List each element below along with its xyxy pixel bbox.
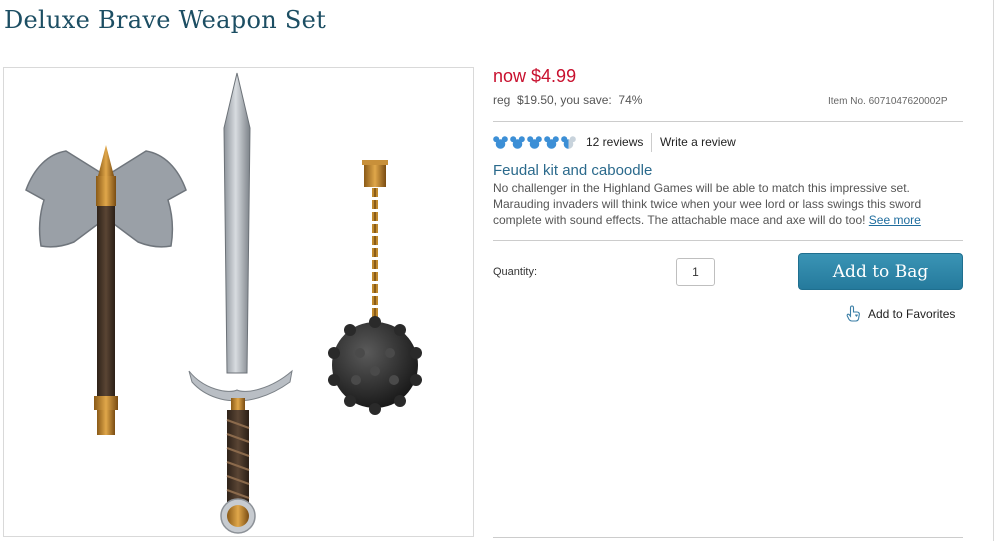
description-body: No challenger in the Highland Games will… (493, 180, 963, 228)
quantity-label: Quantity: (493, 266, 538, 278)
mickey-head-half-icon (561, 135, 576, 149)
axe (25, 145, 187, 435)
weapon-set-illustration (25, 72, 422, 534)
write-review-link[interactable]: Write a review (660, 135, 736, 149)
regular-price: reg $19.50, you save: 74% (493, 93, 643, 107)
mickey-head-icon (544, 135, 559, 149)
add-to-bag-button[interactable]: Add to Bag (798, 253, 963, 290)
mickey-head-icon (527, 135, 542, 149)
description-text: No challenger in the Highland Games will… (493, 181, 922, 227)
rating-stars (493, 133, 576, 151)
divider (651, 133, 652, 152)
mickey-head-icon (510, 135, 525, 149)
mace (328, 160, 422, 415)
divider (493, 121, 963, 122)
sale-price-label: now (493, 66, 527, 86)
mickey-head-icon (493, 135, 508, 149)
sale-price: now $4.99 (493, 66, 576, 87)
add-to-favorites-label: Add to Favorites (868, 306, 956, 321)
sale-price-amount: $4.99 (531, 66, 577, 86)
product-title: Deluxe Brave Weapon Set (4, 6, 327, 34)
product-image[interactable] (3, 67, 474, 537)
reviews-link[interactable]: 12 reviews (586, 135, 643, 149)
divider (493, 537, 963, 538)
page-divider (993, 0, 994, 541)
divider (493, 240, 963, 241)
item-number: Item No. 6071047620002P (828, 96, 948, 107)
sword (188, 72, 293, 534)
description-title: Feudal kit and caboodle (493, 162, 653, 179)
quantity-input[interactable] (676, 258, 715, 286)
hand-favorite-icon (846, 305, 860, 322)
product-page: Deluxe Brave Weapon Set now $4.99 reg $1… (0, 0, 999, 541)
add-to-favorites-link[interactable]: Add to Favorites (846, 305, 955, 322)
see-more-link[interactable]: See more (869, 213, 921, 227)
